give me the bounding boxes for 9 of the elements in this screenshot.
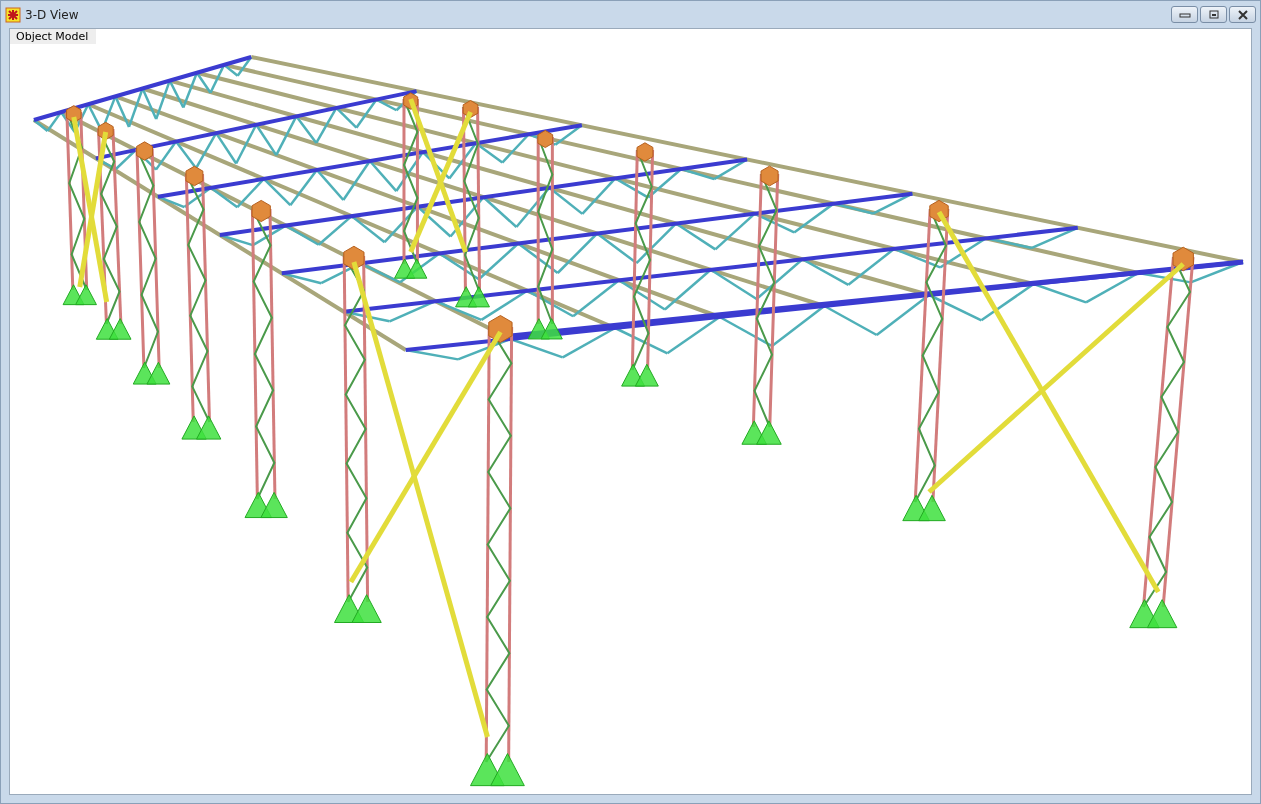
close-button[interactable] <box>1229 6 1256 23</box>
app-icon <box>5 6 21 23</box>
close-icon <box>1236 9 1249 20</box>
maximize-button[interactable] <box>1200 6 1227 23</box>
view-tab[interactable]: Object Model <box>10 29 97 44</box>
maximize-icon <box>1207 9 1220 20</box>
minimize-button[interactable] <box>1171 6 1198 23</box>
minimize-icon <box>1178 10 1191 19</box>
window-title: 3-D View <box>25 7 79 22</box>
